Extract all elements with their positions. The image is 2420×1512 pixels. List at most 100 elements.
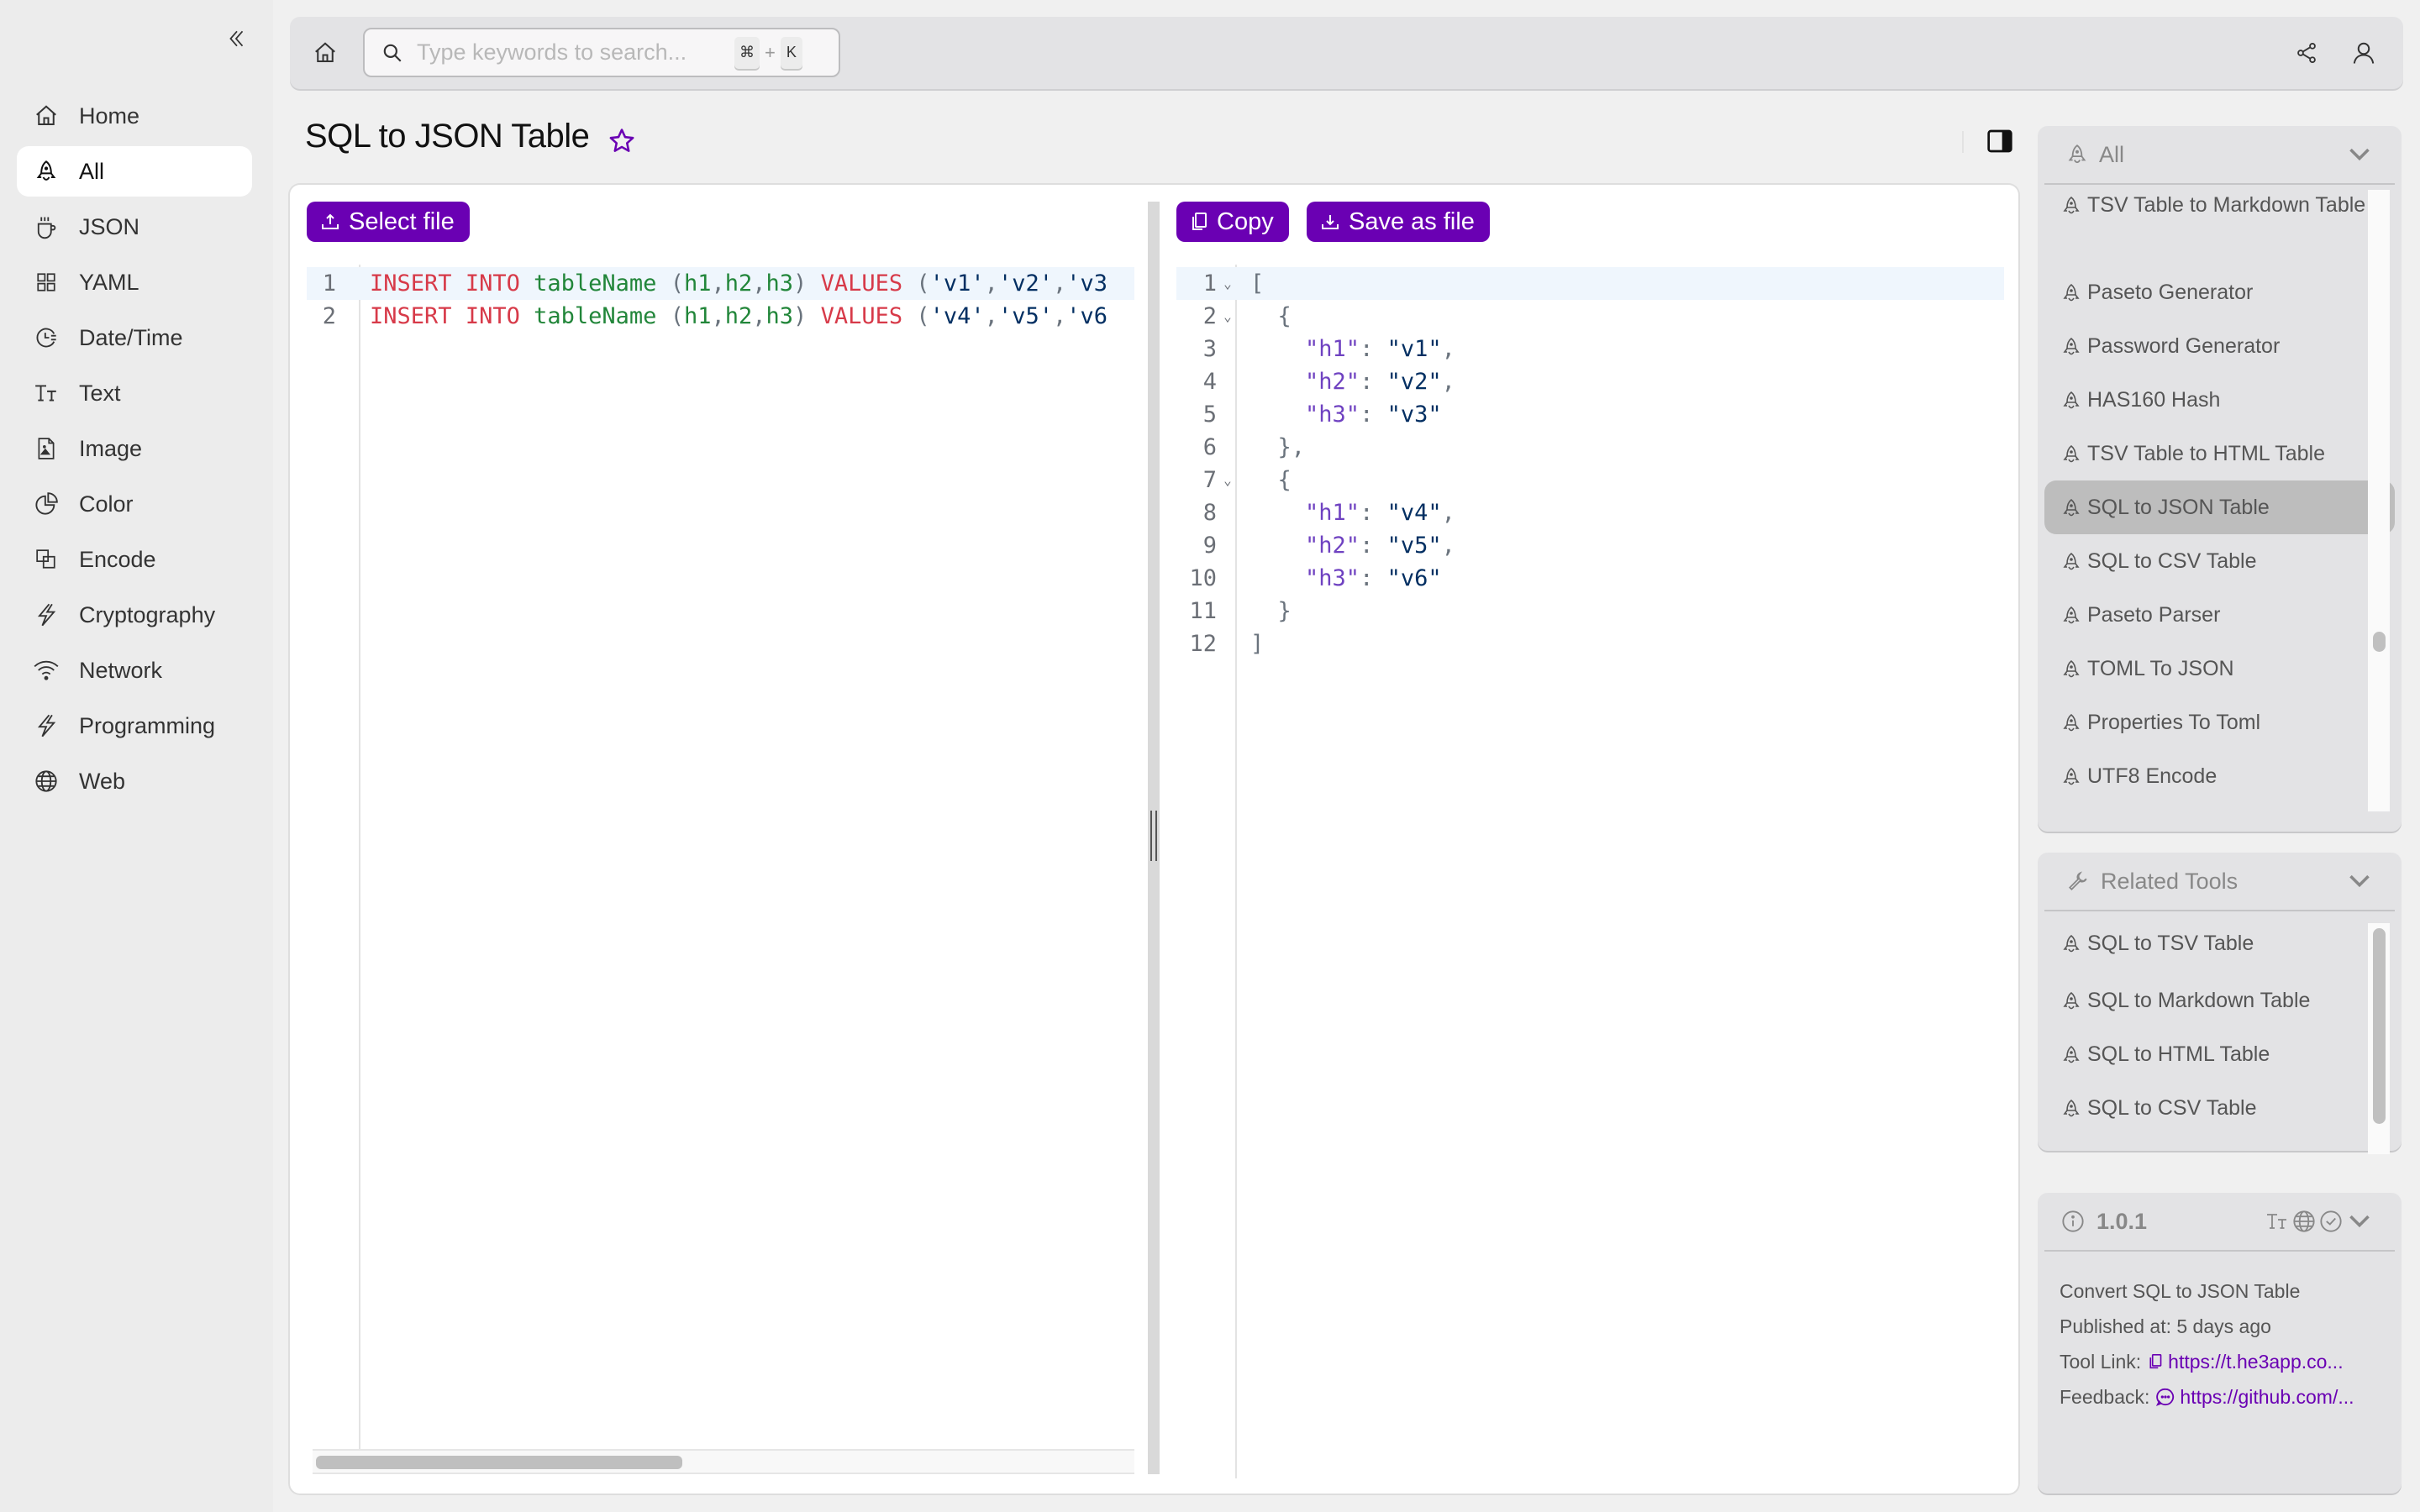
tool-item-sql-to-json-table[interactable]: SQL to JSON Table: [2044, 480, 2395, 534]
sidebar-item-encode[interactable]: Encode: [17, 534, 252, 585]
code-line: 2 ⌄ {: [1176, 300, 2004, 333]
tool-item-sql-to-tsv-table[interactable]: SQL to TSV Table: [2044, 920, 2395, 974]
home-button[interactable]: [308, 36, 342, 70]
line-number: 9: [1202, 533, 1217, 559]
rocket-icon: [2067, 144, 2087, 165]
sidebar-item-text[interactable]: Text: [17, 368, 252, 418]
copy-button[interactable]: Copy: [1176, 202, 1289, 242]
code-token: ): [793, 303, 808, 329]
tool-item-sql-to-html-table[interactable]: SQL to HTML Table: [2044, 1027, 2395, 1081]
toggle-right-panel-button[interactable]: [1985, 126, 2015, 156]
sidebar-item-json[interactable]: JSON: [17, 202, 252, 252]
sql-input-editor[interactable]: 1 INSERT INTO tableName (h1, h2, h3) VALUES…: [307, 265, 1134, 1449]
related-tools-scrollbar[interactable]: [2368, 923, 2390, 1154]
check-circle-icon[interactable]: [2319, 1210, 2343, 1233]
tool-item-sql-to-markdown-table[interactable]: SQL to Markdown Table: [2044, 974, 2395, 1027]
gutter-border: [359, 265, 360, 1449]
share-button[interactable]: [2290, 36, 2323, 70]
tool-description: Convert SQL to JSON Table: [2060, 1280, 2301, 1302]
sidebar-item-web[interactable]: Web: [17, 756, 252, 806]
tool-item-sql-to-csv-table[interactable]: SQL to CSV Table: [2044, 1081, 2395, 1135]
tool-item-has160-hash[interactable]: HAS160 Hash: [2044, 373, 2395, 427]
save-as-file-button[interactable]: Save as file: [1307, 202, 1490, 242]
copy-label: Copy: [1217, 207, 1274, 235]
code-line: 5 "h3": "v3": [1176, 398, 2004, 431]
tool-item-label: SQL to TSV Table: [2087, 932, 2254, 955]
code-token: (: [916, 303, 930, 329]
tool-published: Published at: 5 days ago: [2060, 1315, 2271, 1337]
tool-item-paseto-parser[interactable]: Paseto Parser: [2044, 588, 2395, 642]
sidebar-item-home[interactable]: Home: [17, 91, 252, 141]
page-title: SQL to JSON Table: [305, 118, 590, 155]
favorite-button[interactable]: [605, 124, 639, 158]
user-button[interactable]: [2347, 36, 2381, 70]
fold-chevron-icon[interactable]: ⌄: [1220, 472, 1235, 488]
split-resize-handle[interactable]: [1148, 202, 1160, 1474]
sidebar-item-date-time[interactable]: Date/Time: [17, 312, 252, 363]
sidebar-item-label: Web: [79, 768, 126, 794]
code-line: 6 },: [1176, 431, 2004, 464]
tool-item-label: Paseto Generator: [2087, 281, 2254, 304]
chevron-down-icon[interactable]: [2348, 1213, 2371, 1230]
sidebar-item-label: Date/Time: [79, 324, 183, 350]
line-number: 2: [1202, 303, 1217, 329]
tool-item-sql-to-csv-table[interactable]: SQL to CSV Table: [2044, 534, 2395, 588]
sidebar-item-all[interactable]: All: [17, 146, 252, 197]
rocket-icon: [2063, 337, 2080, 357]
lightning-icon: [34, 713, 59, 738]
json-output-editor[interactable]: 1 ⌄[2 ⌄ {3 "h1": "v1", 4 "h2": "v2", 5 "h3":…: [1176, 265, 2004, 1478]
tool-item-label: Password Generator: [2087, 334, 2281, 358]
all-tools-scrollbar-thumb[interactable]: [2373, 632, 2386, 652]
lightning-icon: [34, 602, 59, 627]
all-tools-scrollbar[interactable]: [2368, 190, 2390, 811]
code-token: tableName: [534, 303, 657, 329]
copy-link-icon[interactable]: [2148, 1352, 2163, 1371]
code-line: 3 "h1": "v1",: [1176, 333, 2004, 365]
tool-item-properties-to-toml[interactable]: Properties To Toml: [2044, 696, 2395, 749]
feedback-link[interactable]: https://github.com/...: [2180, 1379, 2354, 1415]
fold-chevron-icon[interactable]: ⌄: [1220, 308, 1235, 324]
tool-item-password-generator[interactable]: Password Generator: [2044, 319, 2395, 373]
sidebar-item-programming[interactable]: Programming: [17, 701, 252, 751]
horizontal-scrollbar-thumb[interactable]: [316, 1456, 682, 1469]
sidebar-item-cryptography[interactable]: Cryptography: [17, 590, 252, 640]
line-number: 8: [1202, 500, 1217, 526]
sidebar-panel-icon: [1986, 128, 2013, 155]
search-box[interactable]: ⌘ + K: [363, 28, 840, 77]
home-icon: [34, 103, 59, 129]
fold-chevron-icon[interactable]: ⌄: [1220, 276, 1235, 291]
wrench-icon: [2067, 870, 2089, 892]
image-file-icon: [34, 436, 59, 461]
code-token: "v1": [1386, 336, 1442, 362]
tool-item-tsv-table-to-html-table[interactable]: TSV Table to HTML Table: [2044, 427, 2395, 480]
tool-version: 1.0.1: [2096, 1208, 2148, 1234]
chevron-down-icon[interactable]: [2348, 146, 2371, 163]
code-line: 8 "h1": "v4",: [1176, 496, 2004, 529]
code-token: "h2": [1305, 533, 1360, 559]
tool-info-header[interactable]: 1.0.1: [2044, 1193, 2395, 1252]
horizontal-scrollbar[interactable]: [313, 1449, 1134, 1474]
tool-item-tsv-table-to-markdown-table[interactable]: TSV Table to Markdown Table: [2044, 190, 2395, 265]
collapse-sidebar-button[interactable]: [220, 22, 254, 55]
sidebar-item-yaml[interactable]: YAML: [17, 257, 252, 307]
tool-item-toml-to-json[interactable]: TOML To JSON: [2044, 642, 2395, 696]
all-tools-header[interactable]: All: [2044, 126, 2395, 185]
related-tools-header[interactable]: Related Tools: [2044, 853, 2395, 911]
tool-item-paseto-generator[interactable]: Paseto Generator: [2044, 265, 2395, 319]
chevron-down-icon[interactable]: [2348, 873, 2371, 890]
sidebar-item-label: JSON: [79, 213, 140, 239]
tool-item-utf8-encode[interactable]: UTF8 Encode: [2044, 749, 2395, 803]
search-input[interactable]: [417, 39, 728, 66]
sidebar-item-image[interactable]: Image: [17, 423, 252, 474]
sidebar-item-network[interactable]: Network: [17, 645, 252, 696]
user-icon: [2351, 40, 2376, 66]
text-size-icon[interactable]: [2265, 1211, 2289, 1231]
select-file-button[interactable]: Select file: [307, 202, 470, 242]
globe-icon[interactable]: [2292, 1210, 2316, 1233]
tool-item-json-to-sql[interactable]: JSON to SQL: [2044, 1135, 2395, 1151]
sidebar-item-color[interactable]: Color: [17, 479, 252, 529]
tool-link[interactable]: https://t.he3app.co...: [2168, 1344, 2343, 1379]
related-tools-scrollbar-thumb[interactable]: [2373, 928, 2386, 1124]
